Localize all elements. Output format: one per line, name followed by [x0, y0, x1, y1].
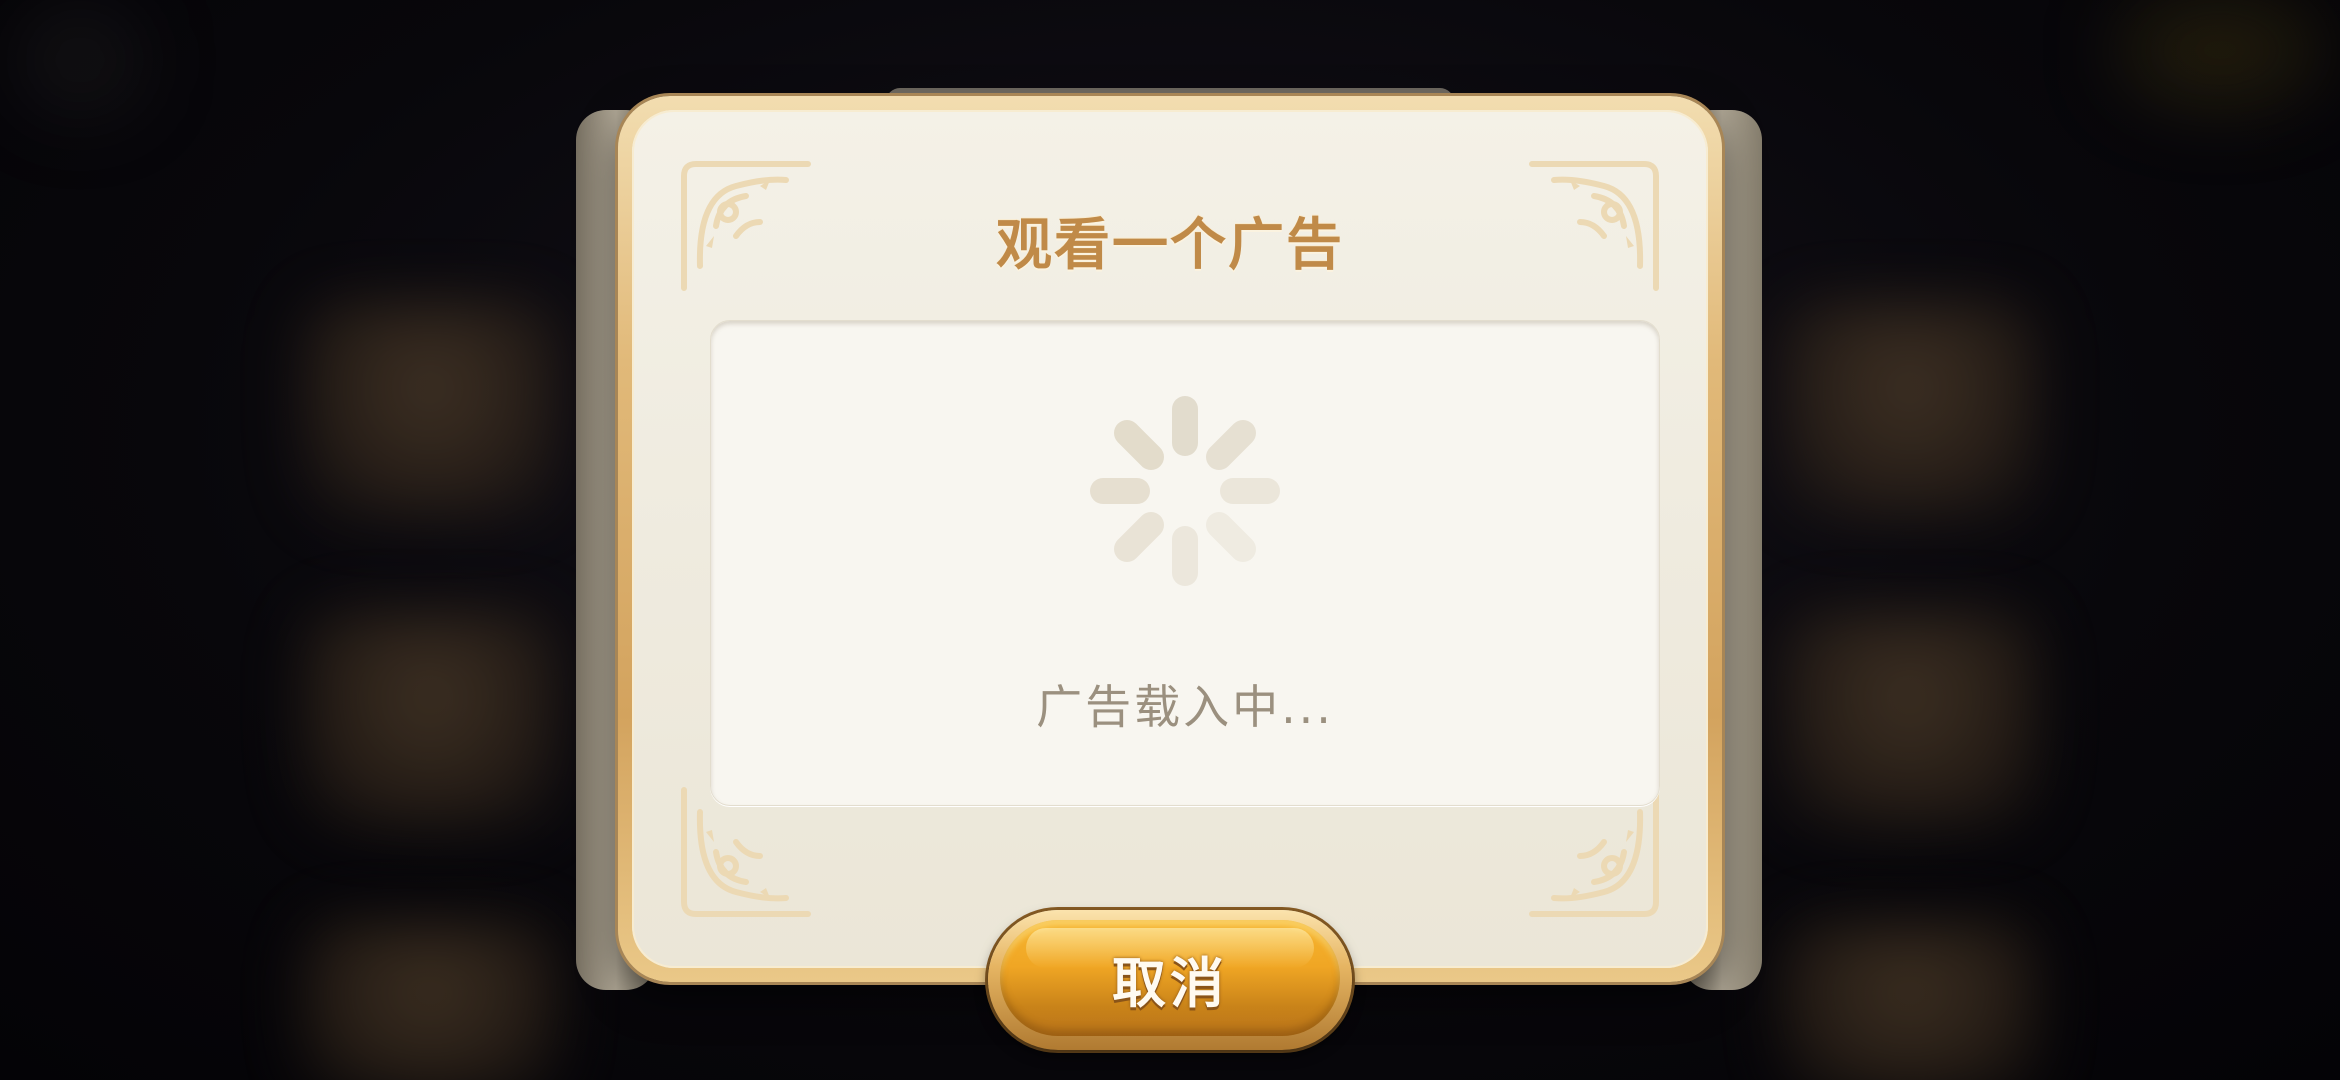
watch-ad-dialog: 观看一个广告 广告载入中... [618, 96, 1722, 982]
cancel-button-face: 取消 [1000, 920, 1340, 1036]
background-tile [1780, 920, 2040, 1080]
loading-status-text: 广告载入中... [1036, 680, 1334, 734]
background-tile [1780, 300, 2040, 520]
background-tile [300, 300, 560, 520]
dialog-body: 观看一个广告 广告载入中... [632, 110, 1708, 968]
loading-spinner-icon [1075, 381, 1295, 601]
background-glow [20, 10, 140, 110]
background-tile [1780, 610, 2040, 830]
dialog-title: 观看一个广告 [996, 213, 1344, 278]
background-tile [300, 920, 560, 1080]
cancel-button[interactable]: 取消 [988, 910, 1352, 1050]
background-tile [300, 610, 560, 830]
cancel-button-label: 取消 [1112, 951, 1228, 1015]
background-glow [2120, 0, 2320, 100]
game-screen: 观看一个广告 广告载入中... 取消 [0, 0, 2340, 1080]
ad-content-panel: 广告载入中... [710, 320, 1660, 806]
